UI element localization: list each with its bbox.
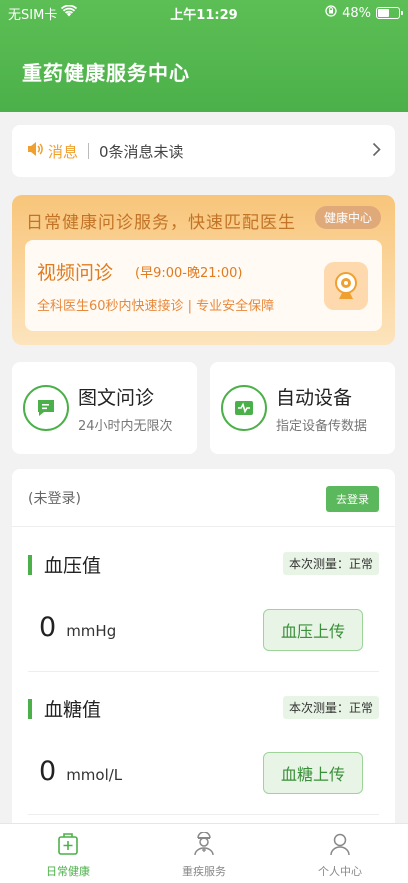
monitor-icon xyxy=(221,385,267,431)
text-consult-subtitle: 24小时内无限次 xyxy=(78,418,173,434)
bottom-tab-bar: 日常健康 重疾服务 个人中心 xyxy=(0,823,408,883)
video-consult-card[interactable]: 视频问诊 (早9:00-晚21:00) 全科医生60秒内快速接诊 | 专业安全保… xyxy=(25,240,382,331)
blood-pressure-unit: mmHg xyxy=(66,622,117,640)
auto-device-title: 自动设备 xyxy=(276,386,353,409)
battery-icon xyxy=(376,7,403,19)
blood-pressure-status: 本次测量：正常 xyxy=(282,552,379,575)
app-header: 无SIM卡 上午11:29 48% 重药健康服务中心 xyxy=(0,0,408,112)
blood-sugar-status: 本次测量：正常 xyxy=(282,696,379,719)
login-row: (未登录) 去登录 xyxy=(12,469,395,527)
login-button[interactable]: 去登录 xyxy=(326,486,379,512)
wifi-icon xyxy=(61,4,78,21)
video-consult-subtitle: 全科医生60秒内快速接诊 | 专业安全保障 xyxy=(37,299,275,314)
tab-label: 个人中心 xyxy=(318,865,362,878)
tab-label: 日常健康 xyxy=(46,865,90,878)
doctor-icon xyxy=(193,831,215,863)
message-count: 0条消息未读 xyxy=(99,142,184,161)
speaker-icon xyxy=(26,140,44,162)
auto-device-subtitle: 指定设备传数据 xyxy=(276,418,368,434)
tab-label: 重疾服务 xyxy=(182,865,226,878)
section-marker xyxy=(28,698,32,719)
status-bar: 无SIM卡 上午11:29 48% xyxy=(8,4,403,23)
section-marker xyxy=(28,554,32,575)
medical-kit-icon xyxy=(57,832,79,863)
video-consult-title: 视频问诊 xyxy=(37,262,114,284)
health-data-panel: (未登录) 去登录 血压值 本次测量：正常 0 mmHg 血压上传 血糖值 本次… xyxy=(12,469,395,883)
blood-sugar-number: 0 xyxy=(39,756,57,787)
blood-sugar-unit: mmol/L xyxy=(66,766,123,784)
page-title: 重药健康服务中心 xyxy=(22,61,190,85)
message-label: 消息 xyxy=(48,142,79,161)
carrier-label: 无SIM卡 xyxy=(8,7,58,23)
chevron-right-icon xyxy=(372,142,381,161)
battery-percent: 48% xyxy=(342,5,371,21)
health-center-tag[interactable]: 健康中心 xyxy=(314,206,381,229)
person-icon xyxy=(329,832,351,863)
blood-pressure-upload-button[interactable]: 血压上传 xyxy=(263,609,363,651)
blood-pressure-value: 0 mmHg xyxy=(39,612,116,643)
divider xyxy=(28,814,379,815)
auto-device-card[interactable]: 自动设备 指定设备传数据 xyxy=(210,362,395,454)
blood-pressure-number: 0 xyxy=(39,612,57,643)
blood-sugar-upload-button[interactable]: 血糖上传 xyxy=(263,752,363,794)
divider xyxy=(88,143,90,159)
text-consult-title: 图文问诊 xyxy=(78,386,155,409)
blood-sugar-value: 0 mmol/L xyxy=(39,756,122,787)
banner-title: 日常健康问诊服务，快速匹配医生 xyxy=(26,213,296,233)
clock: 上午11:29 xyxy=(170,7,238,23)
message-bar[interactable]: 消息 0条消息未读 xyxy=(12,125,395,177)
blood-pressure-title: 血压值 xyxy=(44,555,102,577)
camera-icon xyxy=(324,262,368,310)
blood-sugar-heading: 血糖值 xyxy=(28,695,101,722)
divider xyxy=(28,671,379,672)
tab-personal-center[interactable]: 个人中心 xyxy=(272,824,408,883)
orientation-lock-icon xyxy=(325,5,337,21)
tab-daily-health[interactable]: 日常健康 xyxy=(0,824,136,883)
blood-pressure-heading: 血压值 xyxy=(28,551,101,578)
tab-critical-illness[interactable]: 重疾服务 xyxy=(136,824,272,883)
video-consult-hours: (早9:00-晚21:00) xyxy=(135,266,243,281)
login-status: (未登录) xyxy=(28,491,81,507)
chat-icon xyxy=(23,385,69,431)
consult-banner: 日常健康问诊服务，快速匹配医生 健康中心 视频问诊 (早9:00-晚21:00)… xyxy=(12,195,395,345)
blood-sugar-title: 血糖值 xyxy=(44,699,102,721)
text-consult-card[interactable]: 图文问诊 24小时内无限次 xyxy=(12,362,197,454)
